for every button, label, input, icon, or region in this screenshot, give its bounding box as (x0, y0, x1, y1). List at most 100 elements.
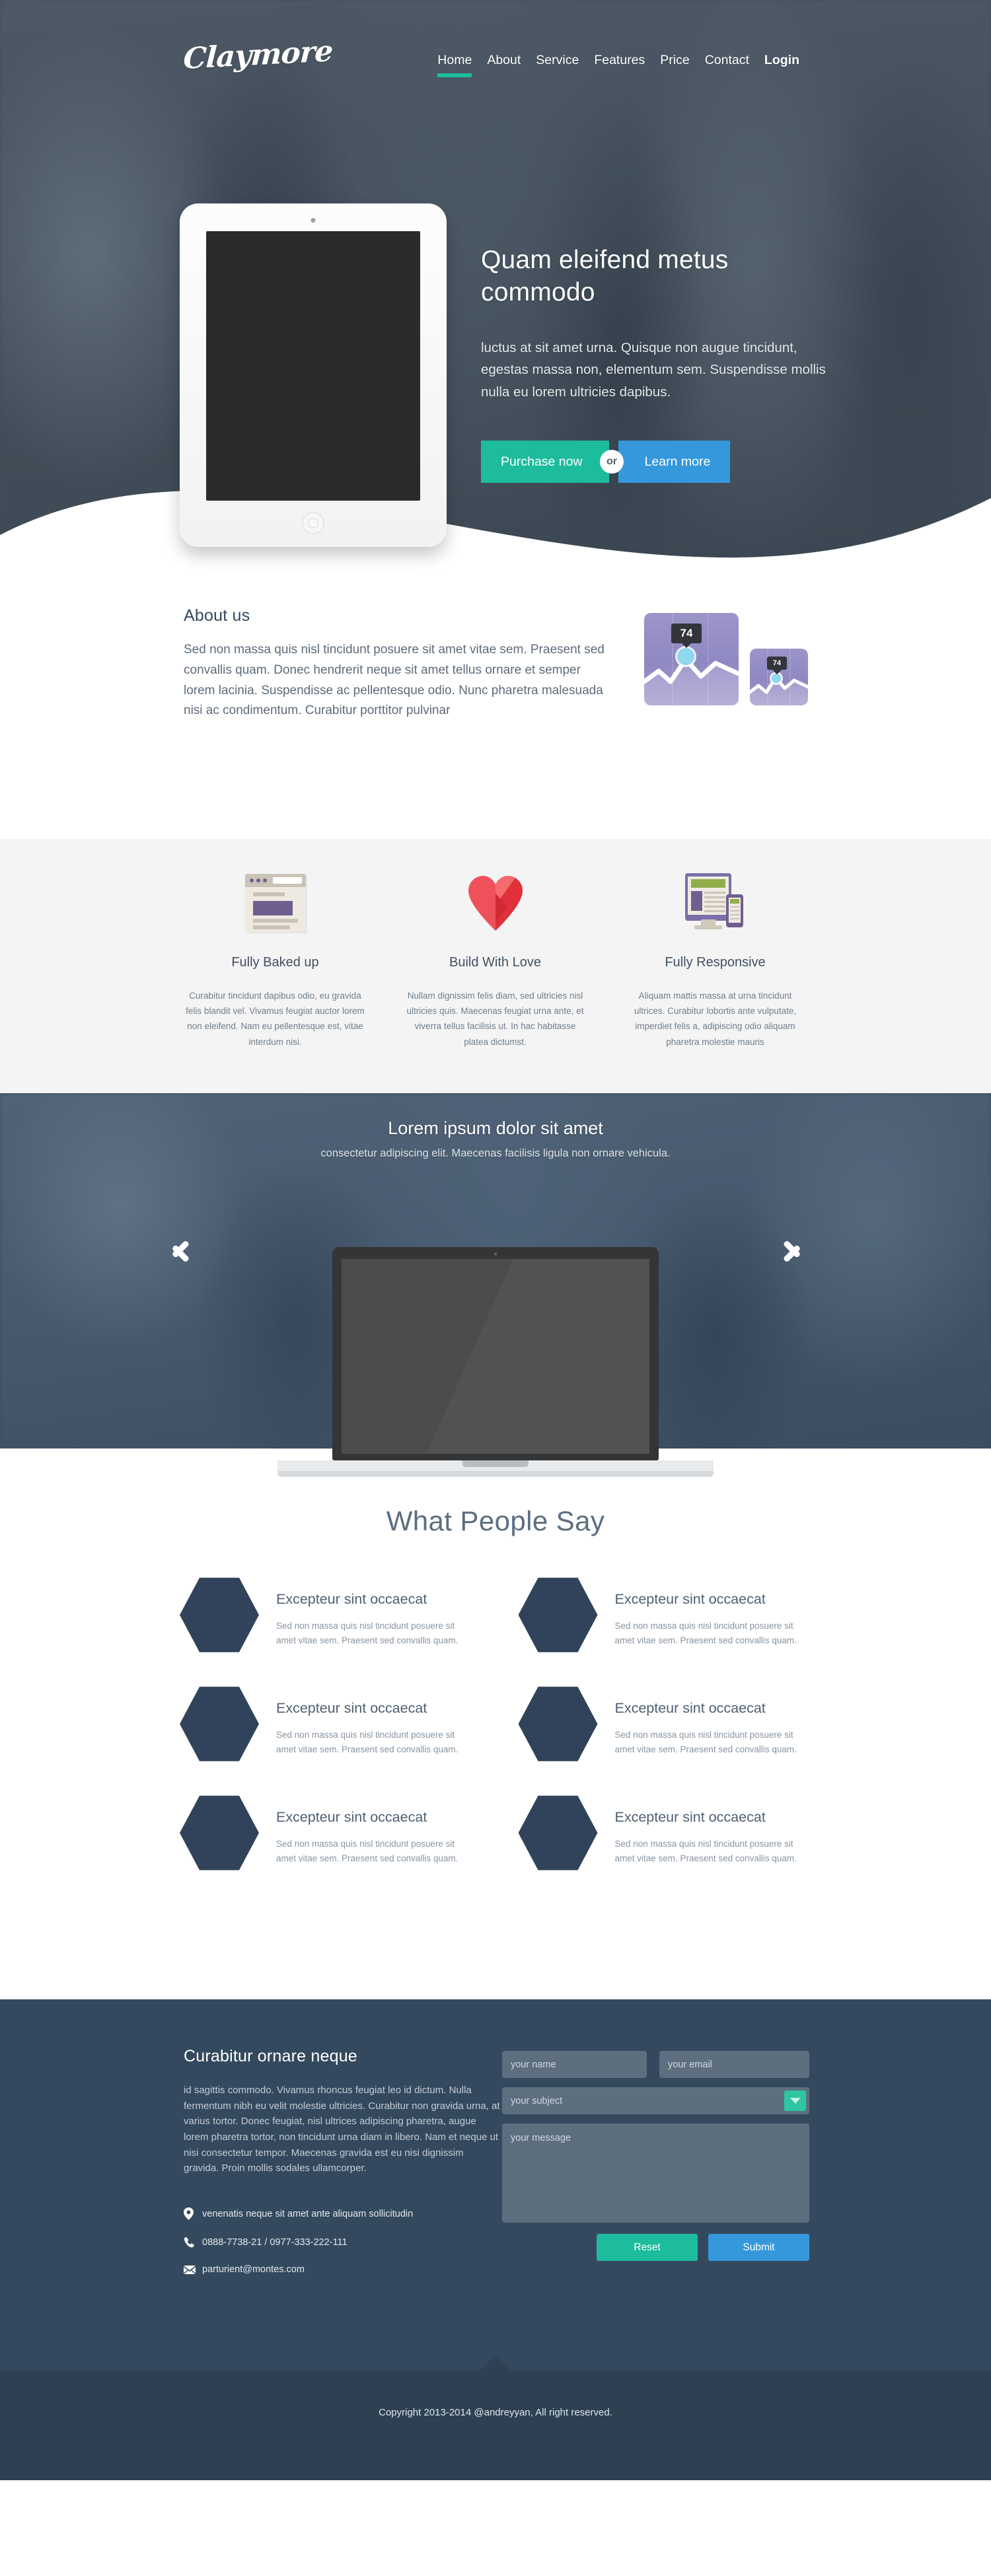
browser-icon (244, 874, 306, 932)
laptop-camera-icon (494, 1252, 497, 1256)
avatar (518, 1795, 598, 1871)
name-input[interactable] (502, 2051, 647, 2078)
chart-tooltip-small: 74 (767, 657, 787, 670)
nav-item-about[interactable]: About (487, 53, 521, 77)
contact-phone-row: 0888-7738-21 / 0977-333-222-111 (184, 2236, 501, 2248)
footer-description: id sagittis commodo. Vivamus rhoncus feu… (184, 2085, 500, 2174)
nav-item-login[interactable]: Login (764, 53, 799, 77)
heart-icon (467, 875, 524, 931)
avatar (180, 1686, 259, 1762)
tablet-device-mockup (180, 203, 447, 547)
testimonials-section: What People Say Excepteur sint occaecat … (0, 1463, 991, 1999)
avatar (180, 1577, 259, 1653)
testimonial-text: Sed non massa quis nisl tincidunt posuer… (276, 1730, 459, 1755)
email-input[interactable] (659, 2051, 809, 2078)
contact-email-text: parturient@montes.com (202, 2264, 305, 2275)
about-title: About us (184, 606, 250, 625)
responsive-devices-icon (682, 873, 749, 933)
contact-email-row: parturient@montes.com (184, 2264, 501, 2275)
testimonial-name: Excepteur sint occaecat (614, 1700, 766, 1716)
hero-copy: Quam eleifend metus commodo luctus at si… (481, 244, 831, 483)
testimonial-text: Sed non massa quis nisl tincidunt posuer… (614, 1730, 797, 1755)
location-pin-icon (184, 2207, 202, 2221)
testimonial-item: Excepteur sint occaecat Sed non massa qu… (180, 1575, 472, 1655)
testimonial-name: Excepteur sint occaecat (276, 1700, 427, 1716)
features-row: Fully Baked up Curabitur tincidunt dapib… (165, 871, 826, 1050)
tablet-camera-icon (311, 218, 316, 223)
feature-title: Fully Baked up (231, 955, 319, 970)
carousel-prev-arrow-icon[interactable] (177, 1229, 217, 1268)
submit-button[interactable]: Submit (708, 2234, 809, 2261)
laptop-lid (332, 1247, 659, 1460)
feature-title: Fully Responsive (665, 955, 766, 970)
tablet-screen (206, 231, 420, 501)
brand-logo[interactable]: Claymore (182, 34, 334, 76)
testimonials-heading: What People Say (386, 1505, 605, 1536)
envelope-icon (184, 2265, 202, 2274)
testimonial-item: Excepteur sint occaecat Sed non massa qu… (518, 1575, 811, 1655)
feature-icon-slot (402, 871, 588, 935)
landing-page: Claymore Home About Service Features Pri… (0, 0, 991, 2576)
laptop-trackpad (462, 1460, 529, 1467)
testimonial-item: Excepteur sint occaecat Sed non massa qu… (180, 1793, 472, 1873)
testimonial-item: Excepteur sint occaecat Sed non massa qu… (518, 1684, 811, 1764)
feature-icon-slot (622, 871, 808, 935)
analytics-illustration: 74 74 (644, 608, 823, 713)
contact-form-actions: Reset Submit (502, 2234, 809, 2261)
testimonial-name: Excepteur sint occaecat (276, 1809, 427, 1825)
nav-item-home[interactable]: Home (437, 53, 472, 77)
avatar (518, 1686, 598, 1762)
feature-text: Aliquam mattis massa at urna tincidunt u… (634, 991, 797, 1047)
testimonial-name: Excepteur sint occaecat (614, 1591, 766, 1607)
site-header: Claymore Home About Service Features Pri… (0, 0, 991, 119)
feature-text: Curabitur tincidunt dapibus odio, eu gra… (186, 991, 365, 1047)
feature-icon-slot (182, 871, 368, 935)
about-section: About us Sed non massa quis nisl tincidu… (0, 581, 991, 839)
about-copy: About us Sed non massa quis nisl tincidu… (184, 606, 606, 721)
copyright-bar: Copyright 2013-2014 @andreyyan, All righ… (0, 2355, 991, 2480)
hero-title: Quam eleifend metus commodo (481, 246, 729, 306)
subject-field-wrap (502, 2087, 809, 2114)
feature-card-baked-up: Fully Baked up Curabitur tincidunt dapib… (165, 871, 385, 1050)
chart-datapoint-large (677, 648, 694, 665)
testimonial-text: Sed non massa quis nisl tincidunt posuer… (614, 1621, 797, 1646)
testimonial-item: Excepteur sint occaecat Sed non massa qu… (180, 1684, 472, 1764)
contact-form-row-top (502, 2051, 809, 2078)
carousel-next-arrow-icon[interactable] (774, 1229, 814, 1268)
phone-icon (184, 2236, 202, 2248)
avatar (518, 1577, 598, 1653)
footer-title: Curabitur ornare neque (184, 2047, 357, 2065)
or-badge: or (600, 449, 624, 474)
feature-card-build-with-love: Build With Love Nullam dignissim felis d… (385, 871, 605, 1050)
purchase-now-button[interactable]: Purchase now (481, 440, 609, 483)
nav-item-features[interactable]: Features (594, 53, 645, 77)
chart-tooltip-large: 74 (671, 624, 702, 643)
nav-item-price[interactable]: Price (660, 53, 689, 77)
contact-form: Reset Submit (502, 2051, 809, 2261)
contact-phone-text: 0888-7738-21 / 0977-333-222-111 (202, 2236, 348, 2248)
contact-address-row: venenatis neque sit amet ante aliquam so… (184, 2207, 501, 2221)
about-description: Sed non massa quis nisl tincidunt posuer… (184, 643, 605, 718)
features-section: Fully Baked up Curabitur tincidunt dapib… (0, 839, 991, 1093)
tablet-home-button-icon (302, 512, 324, 534)
hero-section: Claymore Home About Service Features Pri… (0, 0, 991, 581)
footer-contact-list: venenatis neque sit amet ante aliquam so… (184, 2207, 501, 2275)
hero-description: luctus at sit amet urna. Quisque non aug… (481, 340, 826, 400)
testimonials-grid: Excepteur sint occaecat Sed non massa qu… (180, 1575, 811, 1873)
testimonial-item: Excepteur sint occaecat Sed non massa qu… (518, 1793, 811, 1873)
message-textarea[interactable] (502, 2124, 809, 2223)
feature-card-fully-responsive: Fully Responsive Aliquam mattis massa at… (605, 871, 825, 1050)
avatar (180, 1795, 259, 1871)
nav-item-service[interactable]: Service (536, 53, 579, 77)
nav-item-contact[interactable]: Contact (705, 53, 749, 77)
subject-select[interactable] (502, 2087, 809, 2114)
reset-button[interactable]: Reset (597, 2234, 698, 2261)
main-navigation: Home About Service Features Price Contac… (437, 53, 799, 77)
footer-section: Curabitur ornare neque id sagittis commo… (0, 1999, 991, 2371)
learn-more-button[interactable]: Learn more (618, 440, 731, 483)
testimonial-text: Sed non massa quis nisl tincidunt posuer… (276, 1839, 459, 1864)
hero-cta-group: Purchase now Learn more or (481, 440, 831, 483)
carousel-subtitle: consectetur adipiscing elit. Maecenas fa… (320, 1147, 671, 1159)
chevron-down-icon[interactable] (784, 2091, 806, 2111)
testimonial-name: Excepteur sint occaecat (276, 1591, 427, 1607)
